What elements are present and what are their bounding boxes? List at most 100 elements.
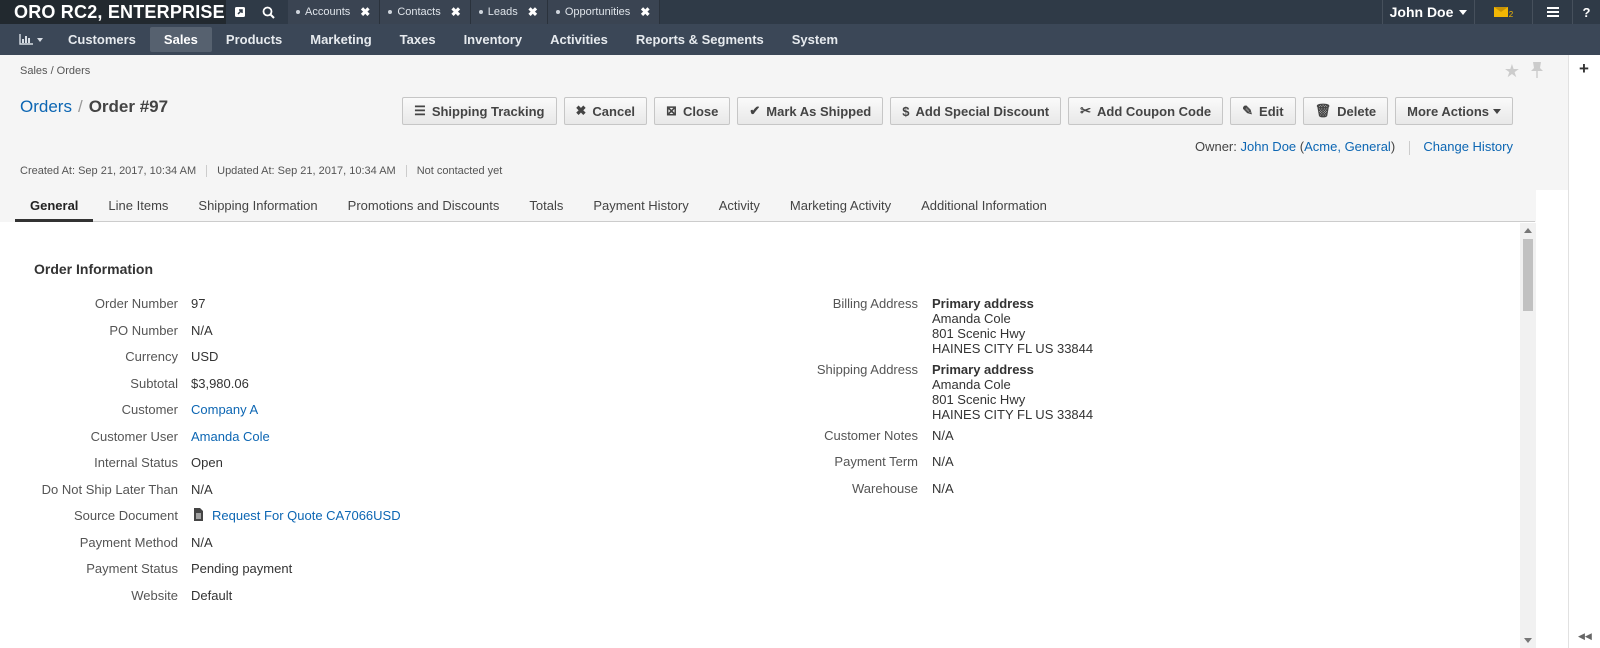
po-number-value: N/A <box>191 323 213 338</box>
page-header: Sales / Orders ★ Orders / Order #97 ☰ Shipp… <box>0 55 1568 190</box>
address-title: Primary address <box>932 362 1034 377</box>
address-name: Amanda Cole <box>932 377 1011 392</box>
pin-icon[interactable] <box>1530 61 1544 84</box>
nav-sales[interactable]: Sales <box>149 27 212 52</box>
nav-reports-segments[interactable]: Reports & Segments <box>622 27 778 52</box>
owner-label: Owner: <box>1194 139 1237 154</box>
close-button[interactable]: ⊠ Close <box>654 97 731 125</box>
tab-totals[interactable]: Totals <box>514 190 578 222</box>
nav-taxes[interactable]: Taxes <box>386 27 450 52</box>
user-menu[interactable]: John Doe <box>1382 0 1474 24</box>
main-navigation: Customers Sales Products Marketing Taxes… <box>0 24 1600 55</box>
email-notifications[interactable]: 2 <box>1474 0 1532 24</box>
edit-icon: ✎ <box>1242 103 1254 118</box>
action-buttons: ☰ Shipping Tracking ✖ Cancel ⊠ Close ✔ Mark … <box>402 97 1513 125</box>
dot-icon <box>478 10 483 14</box>
edit-button[interactable]: ✎ Edit <box>1230 97 1296 125</box>
change-history-link[interactable]: Change History <box>1423 139 1513 154</box>
close-icon[interactable]: ✖ <box>528 5 538 19</box>
star-icon[interactable]: ★ <box>1504 61 1520 84</box>
field-label: Internal Status <box>94 455 178 470</box>
nav-customers[interactable]: Customers <box>54 27 150 52</box>
add-coupon-code-button[interactable]: ✂ Add Coupon Code <box>1068 97 1224 125</box>
external-link-icon[interactable] <box>226 0 254 24</box>
shipping-tracking-button[interactable]: ☰ Shipping Tracking <box>402 97 557 125</box>
field-label: Customer Notes <box>824 428 918 443</box>
close-icon[interactable]: ✖ <box>451 5 461 19</box>
plus-icon[interactable]: + <box>1579 59 1589 79</box>
nav-inventory[interactable]: Inventory <box>450 27 537 52</box>
do-not-ship-later-value: N/A <box>191 482 213 497</box>
more-actions-button[interactable]: More Actions <box>1395 97 1513 125</box>
add-special-discount-button[interactable]: $ Add Special Discount <box>890 97 1062 125</box>
field-label: Subtotal <box>130 376 178 391</box>
pinned-tab-contacts[interactable]: Contacts ✖ <box>380 0 471 24</box>
collapse-icon[interactable]: ◀◀ <box>1578 631 1592 642</box>
cancel-button[interactable]: ✖ Cancel <box>563 97 648 125</box>
orders-link[interactable]: Orders <box>20 97 72 116</box>
scroll-up-icon[interactable] <box>1524 228 1532 233</box>
tab-activity[interactable]: Activity <box>704 190 775 222</box>
field-label: Website <box>131 588 178 603</box>
field-label: Customer <box>121 402 178 417</box>
help-icon[interactable]: ? <box>1572 0 1600 24</box>
bar-chart-icon <box>19 34 33 45</box>
tab-general[interactable]: General <box>15 190 94 222</box>
tab-promotions-discounts[interactable]: Promotions and Discounts <box>333 190 515 222</box>
dashboard-menu[interactable] <box>8 27 54 52</box>
top-bar: ORO RC2, ENTERPRISE Accounts ✖ Contacts ✖ … <box>0 0 1600 24</box>
trash-icon: 🗑 <box>1314 103 1332 118</box>
customer-link[interactable]: Company A <box>191 402 258 417</box>
section-tabs: General Line Items Shipping Information … <box>15 190 1535 222</box>
nav-system[interactable]: System <box>778 27 852 52</box>
order-information-section: Order Information Order Number 97 PO Num… <box>0 223 1520 648</box>
pinned-tabs: Accounts ✖ Contacts ✖ Leads ✖ Opportunities… <box>288 0 661 24</box>
address-title: Primary address <box>932 296 1034 311</box>
nav-marketing[interactable]: Marketing <box>296 27 385 52</box>
nav-products[interactable]: Products <box>212 27 296 52</box>
pinned-tab-accounts[interactable]: Accounts ✖ <box>288 0 381 24</box>
source-document-link[interactable]: Request For Quote CA7066USD <box>212 508 401 523</box>
field-label: Source Document <box>73 508 178 523</box>
pinned-tab-label: Opportunities <box>564 6 631 18</box>
tab-additional-information[interactable]: Additional Information <box>906 190 1062 222</box>
tab-payment-history[interactable]: Payment History <box>578 190 703 222</box>
delete-button[interactable]: 🗑 Delete <box>1302 97 1389 125</box>
order-number-value: 97 <box>191 296 206 311</box>
internal-status-value: Open <box>191 455 223 470</box>
tab-line-items[interactable]: Line Items <box>93 190 183 222</box>
dot-icon <box>388 10 393 14</box>
nav-activities[interactable]: Activities <box>536 27 622 52</box>
close-icon[interactable]: ✖ <box>360 5 370 19</box>
app-title[interactable]: ORO RC2, ENTERPRISE <box>0 0 226 24</box>
mark-as-shipped-button[interactable]: ✔ Mark As Shipped <box>737 97 884 125</box>
document-icon <box>193 508 204 524</box>
tab-shipping-information[interactable]: Shipping Information <box>183 190 332 222</box>
scroll-thumb[interactable] <box>1523 239 1533 311</box>
scroll-down-icon[interactable] <box>1524 638 1532 643</box>
content-scrollbar[interactable] <box>1520 223 1536 648</box>
customer-user-link[interactable]: Amanda Cole <box>191 429 270 444</box>
address-street: 801 Scenic Hwy <box>932 392 1026 407</box>
payment-term-value: N/A <box>932 454 954 469</box>
close-icon[interactable]: ✖ <box>640 5 650 19</box>
field-label: Warehouse <box>852 481 918 496</box>
envelope-icon <box>1493 7 1508 17</box>
organization-link[interactable]: Acme, General <box>1304 139 1391 154</box>
field-label: Order Number <box>94 296 178 311</box>
search-icon[interactable] <box>254 0 282 24</box>
address-name: Amanda Cole <box>932 311 1011 326</box>
subtotal-value: $3,980.06 <box>191 376 249 391</box>
pinned-tab-leads[interactable]: Leads ✖ <box>470 0 548 24</box>
currency-value: USD <box>191 349 219 364</box>
pinned-tab-opportunities[interactable]: Opportunities ✖ <box>547 0 661 24</box>
updated-at: Updated At: Sep 21, 2017, 10:34 AM <box>217 165 407 177</box>
tab-marketing-activity[interactable]: Marketing Activity <box>775 190 906 222</box>
field-label: Customer User <box>90 429 178 444</box>
created-at: Created At: Sep 21, 2017, 10:34 AM <box>20 165 208 177</box>
menu-icon[interactable] <box>1532 0 1572 24</box>
contact-status: Not contacted yet <box>416 165 503 177</box>
owner-link[interactable]: John Doe <box>1241 139 1297 154</box>
dot-icon <box>296 10 300 14</box>
dot-icon <box>555 10 560 14</box>
